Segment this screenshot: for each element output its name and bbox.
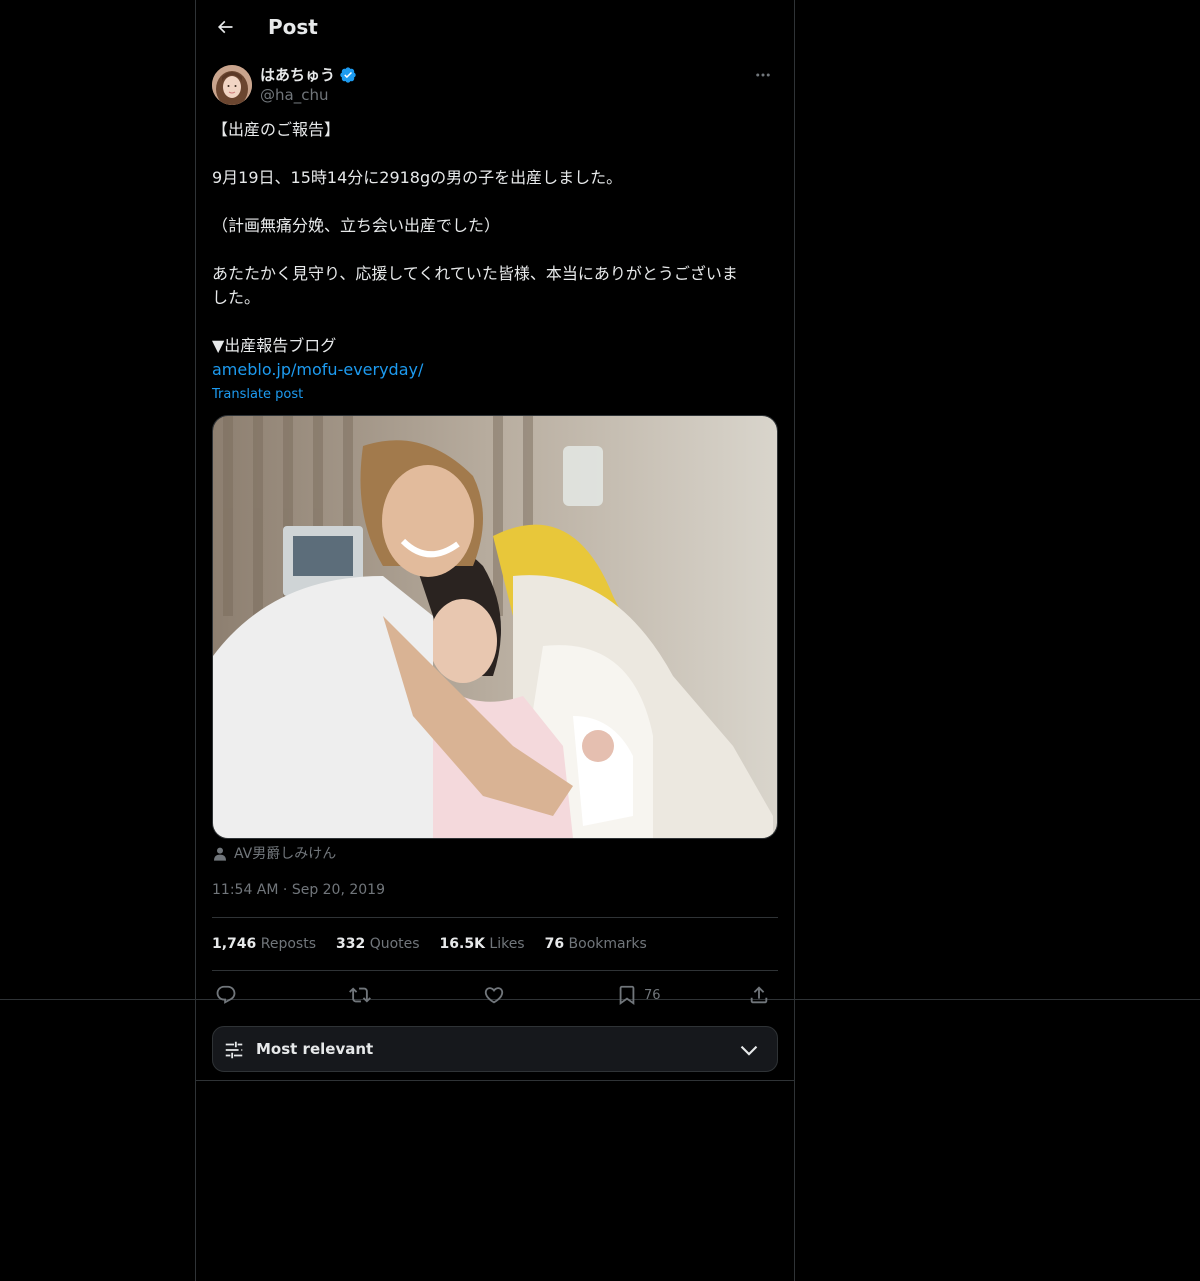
post-text-line: あたたかく見守り、応援してくれていた皆様、本当にありがとうございま [212,264,738,283]
post-text-line: 【出産のご報告】 [212,120,341,139]
avatar[interactable] [212,65,252,105]
post-text-line [212,238,778,262]
reply-button[interactable] [215,982,237,1008]
bookmark-count: 76 [644,987,661,1003]
section-divider [196,1080,794,1081]
reply-icon [216,985,236,1004]
share-button[interactable] [748,982,770,1008]
arrow-left-icon [217,20,233,34]
tagged-user-name: AV男爵しみけん [234,846,337,862]
stat-number: 76 [544,936,565,952]
photo-image [213,416,777,838]
quotes-stat[interactable]: 332 Quotes [336,934,420,956]
post-text-line [212,142,778,166]
action-bar: 76 [212,982,778,1008]
bookmarks-stat[interactable]: 76 Bookmarks [545,934,647,956]
page-title: Post [268,15,318,39]
post-text-line: ▼出産報告ブログ [212,336,337,355]
share-icon [750,986,768,1004]
timestamp-separator: · [282,882,288,898]
bookmark-button[interactable]: 76 [616,982,661,1008]
post-text-line [212,310,778,334]
sort-label: Most relevant [256,1040,374,1058]
user-handle[interactable]: @ha_chu [260,85,328,105]
sort-replies-dropdown[interactable]: Most relevant [212,1026,778,1072]
display-name[interactable]: はあちゅう [260,65,357,85]
stat-number: 1,746 [212,936,257,952]
sliders-icon [225,1041,243,1059]
stat-label: Reposts [260,936,316,952]
page-header: Post [196,0,794,53]
display-name-text: はあちゅう [260,66,336,84]
main-column: Post はあちゅう @ha_chu 【出産のご報告】 9月19日、15時14分… [195,0,795,1281]
stat-number: 16.5K [439,936,485,952]
chevron-down-icon [740,1045,758,1056]
post-photo[interactable] [212,415,778,839]
translate-post-link[interactable]: Translate post [212,385,303,405]
post-text-line: 9月19日、15時14分に2918gの男の子を出産しました。 [212,168,623,187]
stat-label: Likes [489,936,525,952]
post-timestamp[interactable]: 11:54 AM · Sep 20, 2019 [212,880,385,900]
engagement-stats: 1,746 Reposts 332 Quotes 16.5K Likes 76 … [212,934,778,956]
post-author: はあちゅう @ha_chu [212,64,778,106]
more-dots-icon [756,73,770,77]
post-text-line: した。 [212,288,261,307]
repost-button[interactable] [349,982,371,1008]
repost-icon [349,987,371,1003]
more-options-button[interactable] [748,64,778,86]
post-text: 【出産のご報告】 9月19日、15時14分に2918gの男の子を出産しました。 … [212,118,778,382]
stat-label: Quotes [369,936,420,952]
reposts-stat[interactable]: 1,746 Reposts [212,934,316,956]
post-time: 11:54 AM [212,882,279,898]
divider [212,917,778,918]
verified-badge-icon [340,67,356,83]
post-text-line: （計画無痛分娩、立ち会い出産でした） [212,216,501,235]
stat-label: Bookmarks [568,936,647,952]
blog-link[interactable]: ameblo.jp/mofu-everyday/ [212,358,778,382]
bookmark-icon [619,985,635,1006]
stat-number: 332 [336,936,366,952]
heart-icon [484,987,504,1004]
person-icon [214,847,226,861]
like-button[interactable] [483,982,505,1008]
avatar-image [212,65,252,105]
post-text-line [212,190,778,214]
back-button[interactable] [208,10,242,44]
likes-stat[interactable]: 16.5K Likes [440,934,525,956]
divider [212,970,778,971]
tagged-user[interactable]: AV男爵しみけん [212,844,336,864]
post-date: Sep 20, 2019 [291,882,385,898]
